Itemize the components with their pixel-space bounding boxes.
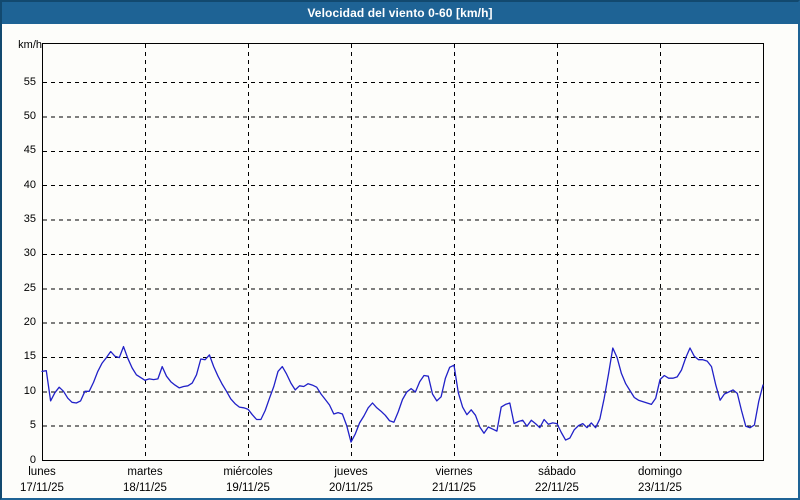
day-date: 21/11/25: [404, 480, 504, 497]
y-tick-label: 45: [2, 144, 36, 157]
x-day-label: domingo23/11/25: [610, 464, 710, 497]
day-date: 22/11/25: [507, 480, 607, 497]
y-tick-label: 15: [2, 350, 36, 363]
day-name: sábado: [507, 464, 607, 480]
y-tick-label: 50: [2, 110, 36, 123]
day-name: lunes: [0, 464, 92, 480]
day-date: 19/11/25: [198, 480, 298, 497]
wind-speed-line: [42, 347, 763, 443]
day-name: jueves: [301, 464, 401, 480]
y-tick-label: 10: [2, 385, 36, 398]
day-date: 18/11/25: [95, 480, 195, 497]
y-tick-label: 30: [2, 247, 36, 260]
x-day-label: lunes17/11/25: [0, 464, 92, 497]
x-day-label: jueves20/11/25: [301, 464, 401, 497]
x-day-label: martes18/11/25: [95, 464, 195, 497]
x-day-label: sábado22/11/25: [507, 464, 607, 497]
day-date: 17/11/25: [0, 480, 92, 497]
y-tick-label: 25: [2, 282, 36, 295]
day-name: domingo: [610, 464, 710, 480]
window-frame: Velocidad del viento 0-60 [km/h] km/h 05…: [0, 0, 800, 500]
y-axis-unit-label: km/h: [8, 39, 42, 51]
y-tick-label: 35: [2, 213, 36, 226]
day-date: 23/11/25: [610, 480, 710, 497]
wind-speed-chart: [2, 2, 800, 500]
day-name: viernes: [404, 464, 504, 480]
y-tick-label: 55: [2, 76, 36, 89]
y-tick-label: 20: [2, 316, 36, 329]
x-day-label: miércoles19/11/25: [198, 464, 298, 497]
day-name: miércoles: [198, 464, 298, 480]
day-date: 20/11/25: [301, 480, 401, 497]
y-tick-label: 40: [2, 179, 36, 192]
day-name: martes: [95, 464, 195, 480]
y-tick-label: 5: [2, 419, 36, 432]
x-day-label: viernes21/11/25: [404, 464, 504, 497]
